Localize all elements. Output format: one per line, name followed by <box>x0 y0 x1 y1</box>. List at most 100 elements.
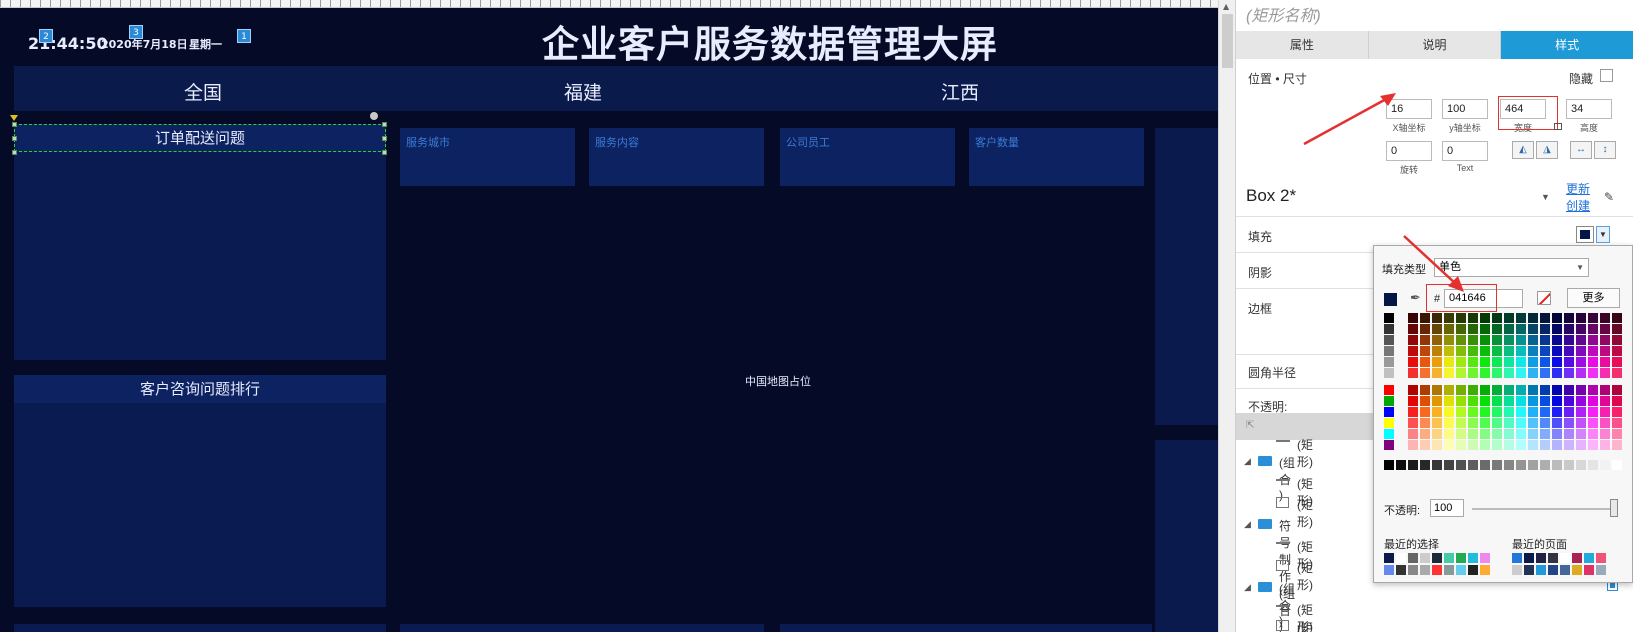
color-swatch[interactable] <box>1612 346 1622 356</box>
color-swatch[interactable] <box>1420 429 1430 439</box>
color-swatch[interactable] <box>1552 324 1562 334</box>
color-swatch[interactable] <box>1516 313 1526 323</box>
color-swatch[interactable] <box>1432 324 1442 334</box>
color-swatch[interactable] <box>1576 396 1586 406</box>
color-swatch[interactable] <box>1588 357 1598 367</box>
color-swatch[interactable] <box>1432 357 1442 367</box>
color-swatch[interactable] <box>1564 407 1574 417</box>
color-swatch[interactable] <box>1612 418 1622 428</box>
canvas-scrollbar[interactable]: ▲ <box>1218 0 1235 632</box>
color-swatch[interactable] <box>1540 396 1550 406</box>
color-swatch[interactable] <box>1432 335 1442 345</box>
color-swatch[interactable] <box>1612 440 1622 450</box>
color-swatch[interactable] <box>1384 460 1394 470</box>
color-swatch[interactable] <box>1504 407 1514 417</box>
color-swatch[interactable] <box>1552 429 1562 439</box>
rotation-field[interactable]: 0 <box>1386 141 1432 161</box>
color-swatch[interactable] <box>1540 407 1550 417</box>
color-swatch[interactable] <box>1516 324 1526 334</box>
recent-color-swatch[interactable] <box>1396 553 1406 563</box>
design-canvas[interactable]: 21:44:50 2020年7月18日 星期一 2 3 1 企业客户服务数据管理… <box>0 0 1218 632</box>
color-swatch[interactable] <box>1408 324 1418 334</box>
color-swatch[interactable] <box>1504 418 1514 428</box>
color-swatch[interactable] <box>1456 460 1466 470</box>
color-swatch[interactable] <box>1456 407 1466 417</box>
color-swatch[interactable] <box>1564 335 1574 345</box>
color-swatch[interactable] <box>1576 407 1586 417</box>
shape-name[interactable]: (矩形名称) <box>1246 2 1321 26</box>
color-swatch[interactable] <box>1408 368 1418 378</box>
color-swatch[interactable] <box>1600 418 1610 428</box>
color-swatch[interactable] <box>1384 440 1394 450</box>
color-swatch[interactable] <box>1552 357 1562 367</box>
color-swatch[interactable] <box>1552 407 1562 417</box>
color-swatch[interactable] <box>1432 346 1442 356</box>
color-swatch[interactable] <box>1576 368 1586 378</box>
color-swatch[interactable] <box>1504 440 1514 450</box>
color-swatch[interactable] <box>1528 324 1538 334</box>
color-swatch[interactable] <box>1492 460 1502 470</box>
color-swatch[interactable] <box>1456 429 1466 439</box>
color-swatch[interactable] <box>1552 396 1562 406</box>
color-swatch[interactable] <box>1516 460 1526 470</box>
color-swatch[interactable] <box>1576 429 1586 439</box>
color-swatch[interactable] <box>1456 346 1466 356</box>
color-swatch[interactable] <box>1480 396 1490 406</box>
color-swatch[interactable] <box>1576 313 1586 323</box>
recent-page-swatch[interactable] <box>1512 553 1522 563</box>
color-swatch[interactable] <box>1576 346 1586 356</box>
resize-handle[interactable] <box>382 150 387 155</box>
color-swatch[interactable] <box>1456 418 1466 428</box>
color-swatch[interactable] <box>1396 460 1406 470</box>
color-swatch[interactable] <box>1588 385 1598 395</box>
color-swatch[interactable] <box>1600 396 1610 406</box>
color-swatch[interactable] <box>1540 346 1550 356</box>
color-swatch[interactable] <box>1564 385 1574 395</box>
color-swatch[interactable] <box>1504 335 1514 345</box>
color-swatch[interactable] <box>1600 335 1610 345</box>
color-swatch[interactable] <box>1528 418 1538 428</box>
color-swatch[interactable] <box>1600 407 1610 417</box>
color-swatch[interactable] <box>1468 346 1478 356</box>
color-swatch[interactable] <box>1564 324 1574 334</box>
region-tab[interactable]: 福建 <box>503 78 663 105</box>
color-swatch[interactable] <box>1420 440 1430 450</box>
color-swatch[interactable] <box>1456 357 1466 367</box>
color-swatch[interactable] <box>1588 335 1598 345</box>
color-swatch[interactable] <box>1528 313 1538 323</box>
order-delivery-panel[interactable] <box>14 124 386 360</box>
color-swatch[interactable] <box>1492 385 1502 395</box>
color-swatch[interactable] <box>1432 396 1442 406</box>
color-swatch[interactable] <box>1516 429 1526 439</box>
color-swatch[interactable] <box>1444 335 1454 345</box>
color-swatch[interactable] <box>1540 357 1550 367</box>
opacity-input[interactable]: 100 <box>1430 499 1464 517</box>
color-swatch[interactable] <box>1516 385 1526 395</box>
recent-page-swatch[interactable] <box>1536 553 1546 563</box>
color-swatch[interactable] <box>1432 429 1442 439</box>
color-swatch[interactable] <box>1468 460 1478 470</box>
color-swatch[interactable] <box>1612 396 1622 406</box>
color-swatch[interactable] <box>1480 335 1490 345</box>
eyedropper-icon[interactable]: ✒ <box>1410 290 1421 306</box>
color-swatch[interactable] <box>1492 368 1502 378</box>
color-swatch[interactable] <box>1540 418 1550 428</box>
color-swatch[interactable] <box>1552 440 1562 450</box>
stat-card[interactable]: 公司员工 <box>780 128 955 186</box>
color-swatch[interactable] <box>1384 313 1394 323</box>
color-swatch[interactable] <box>1552 346 1562 356</box>
color-swatch[interactable] <box>1516 357 1526 367</box>
color-swatch[interactable] <box>1492 357 1502 367</box>
color-swatch[interactable] <box>1516 335 1526 345</box>
color-swatch[interactable] <box>1468 418 1478 428</box>
color-swatch[interactable] <box>1588 368 1598 378</box>
recent-color-swatch[interactable] <box>1420 565 1430 575</box>
resize-handle[interactable] <box>382 122 387 127</box>
color-swatch[interactable] <box>1492 418 1502 428</box>
color-swatch[interactable] <box>1576 460 1586 470</box>
recent-page-swatch[interactable] <box>1512 565 1522 575</box>
color-swatch[interactable] <box>1432 368 1442 378</box>
fill-color-swatch[interactable] <box>1576 226 1594 243</box>
color-swatch[interactable] <box>1444 357 1454 367</box>
color-swatch[interactable] <box>1528 396 1538 406</box>
